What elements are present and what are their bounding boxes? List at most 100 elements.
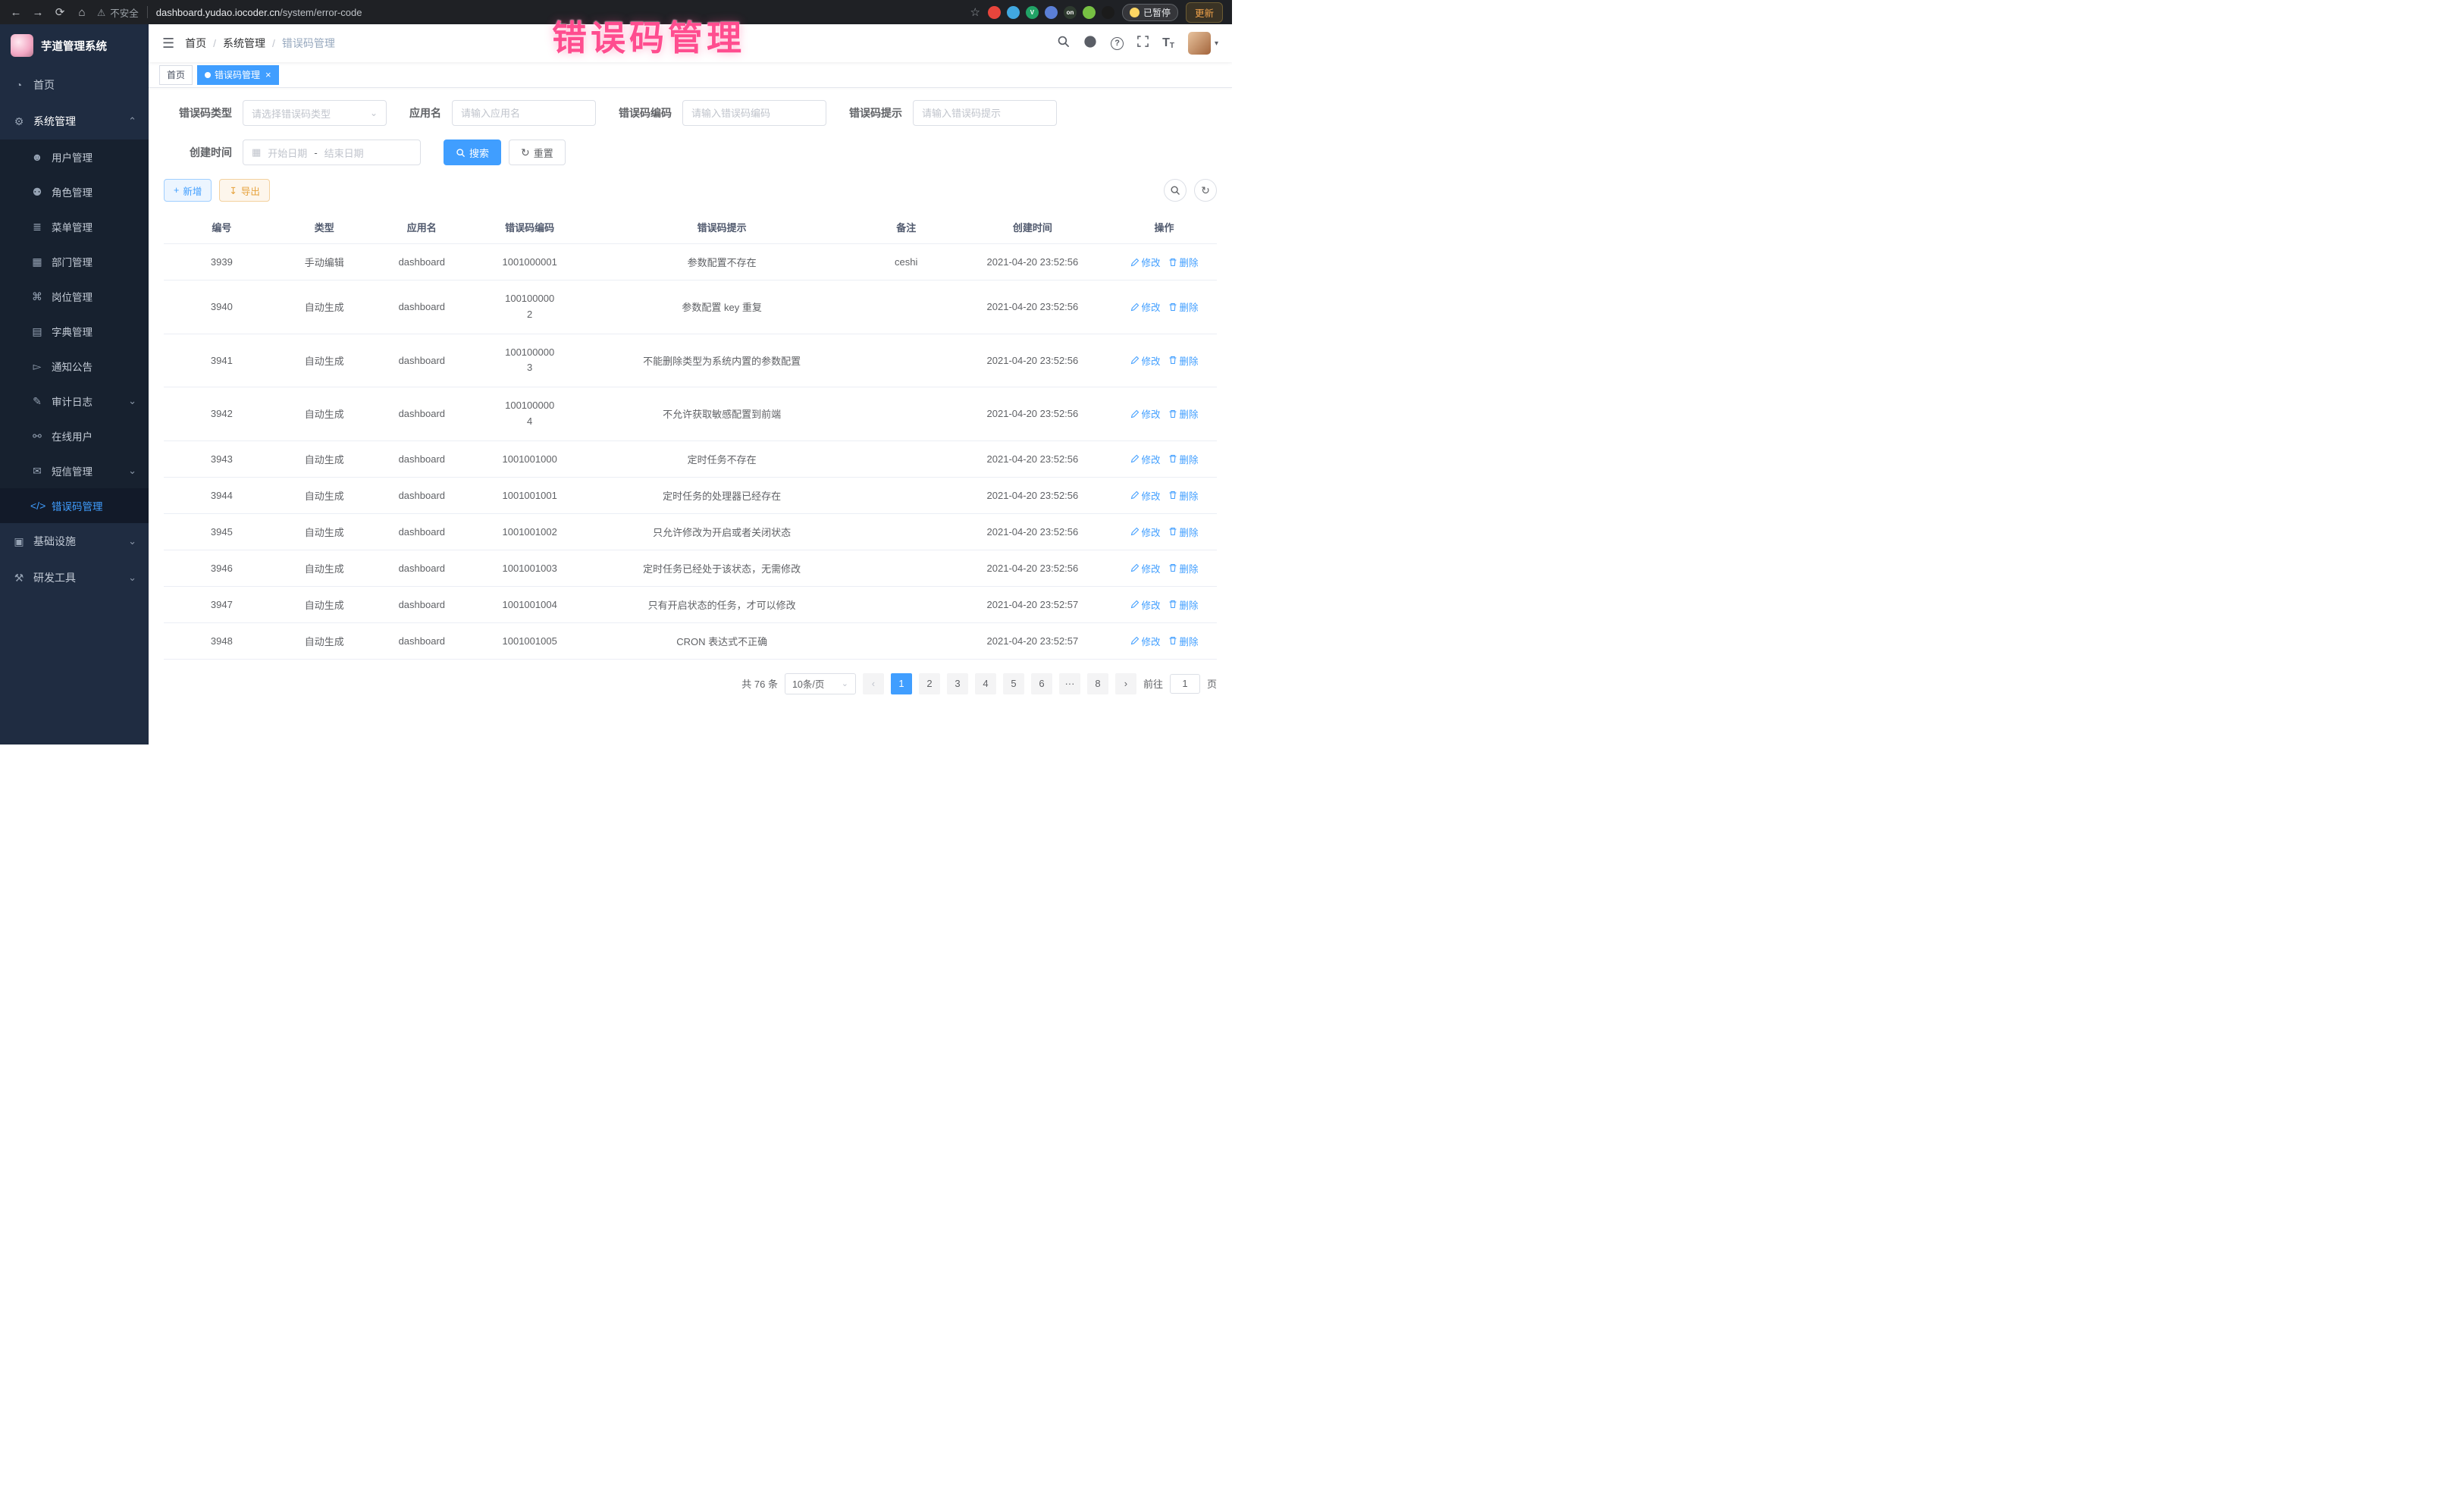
extension-people-icon[interactable] [1045, 6, 1058, 19]
edit-link[interactable]: 修改 [1130, 299, 1161, 314]
delete-link[interactable]: 删除 [1168, 597, 1199, 612]
reset-button[interactable]: ↻重置 [509, 139, 566, 165]
page-button-3[interactable]: 3 [947, 673, 968, 694]
reload-icon[interactable]: ⟳ [53, 5, 67, 19]
toggle-search-button[interactable] [1164, 179, 1187, 202]
font-size-icon[interactable]: TT [1162, 36, 1174, 50]
search-button[interactable]: 搜索 [444, 139, 501, 165]
extension-paw-icon[interactable] [1102, 6, 1114, 19]
cell-actions: 修改删除 [1111, 586, 1217, 622]
extension-red-icon[interactable] [988, 6, 1001, 19]
sidebar-item-system[interactable]: ⚙系统管理⌃ [0, 103, 149, 139]
extension-vue-devtools-icon[interactable]: V [1026, 6, 1039, 19]
edit-link[interactable]: 修改 [1130, 634, 1161, 648]
extension-green-icon[interactable] [1083, 6, 1096, 19]
edit-link[interactable]: 修改 [1130, 525, 1161, 539]
extension-blue-icon[interactable] [1007, 6, 1020, 19]
sidebar-item-sms[interactable]: ✉短信管理⌄ [0, 453, 149, 488]
cell-message: 定时任务已经处于该状态，无需修改 [585, 550, 859, 586]
edit-link[interactable]: 修改 [1130, 255, 1161, 269]
sidebar-item-label: 基础设施 [33, 534, 76, 549]
export-button[interactable]: ↧ 导出 [219, 179, 270, 202]
back-icon[interactable]: ← [9, 6, 23, 19]
cell-message: 只允许修改为开启或者关闭状态 [585, 513, 859, 550]
user-menu[interactable]: ▾ [1188, 32, 1218, 55]
cell-remark: ceshi [859, 244, 954, 281]
cell-remark [859, 440, 954, 477]
prev-page-button[interactable]: ‹ [863, 673, 884, 694]
error-code-type-select[interactable]: 请选择错误码类型⌄ [243, 100, 387, 126]
page-button-2[interactable]: 2 [919, 673, 940, 694]
add-button[interactable]: + 新增 [164, 179, 212, 202]
page-button-6[interactable]: 6 [1031, 673, 1052, 694]
forward-icon[interactable]: → [31, 6, 45, 19]
edit-link[interactable]: 修改 [1130, 452, 1161, 466]
edit-link[interactable]: 修改 [1130, 561, 1161, 575]
error-hint-input[interactable] [913, 100, 1057, 126]
sidebar-item-positions[interactable]: ⌘岗位管理 [0, 279, 149, 314]
error-code-input[interactable] [682, 100, 826, 126]
edit-link[interactable]: 修改 [1130, 353, 1161, 368]
tab-home[interactable]: 首页 [159, 65, 193, 85]
page-button-1[interactable]: 1 [891, 673, 912, 694]
search-icon[interactable] [1057, 35, 1070, 52]
sidebar-item-menus[interactable]: ≣菜单管理 [0, 209, 149, 244]
delete-link[interactable]: 删除 [1168, 353, 1199, 368]
sidebar-item-announcements[interactable]: ▻通知公告 [0, 349, 149, 384]
delete-link[interactable]: 删除 [1168, 488, 1199, 503]
sidebar-item-label: 菜单管理 [52, 219, 92, 234]
delete-link[interactable]: 删除 [1168, 561, 1199, 575]
sidebar-item-dictionaries[interactable]: ▤字典管理 [0, 314, 149, 349]
close-icon[interactable]: × [265, 69, 271, 80]
delete-link[interactable]: 删除 [1168, 525, 1199, 539]
filter-row-1: 错误码类型请选择错误码类型⌄应用名错误码编码错误码提示 [164, 100, 1217, 126]
cell-created: 2021-04-20 23:52:56 [954, 550, 1111, 586]
edit-link[interactable]: 修改 [1130, 406, 1161, 421]
ellipsis-page-button[interactable]: ··· [1059, 673, 1080, 694]
table-row: 3939手动编辑dashboard1001000001参数配置不存在ceshi2… [164, 244, 1217, 281]
reset-button-label: 重置 [534, 146, 553, 160]
app-name-input[interactable] [452, 100, 596, 126]
extension-on-badge-icon[interactable]: on [1064, 6, 1077, 19]
cell-id: 3941 [164, 334, 280, 387]
app-logo-row[interactable]: 芋道管理系统 [0, 24, 149, 67]
update-button[interactable]: 更新 [1186, 2, 1223, 23]
address-bar[interactable]: dashboard.yudao.iocoder.cn/system/error-… [156, 7, 362, 18]
hamburger-icon[interactable]: ☰ [162, 36, 174, 52]
page-button-8[interactable]: 8 [1087, 673, 1108, 694]
breadcrumb-item[interactable]: 首页 [185, 36, 206, 51]
security-chip[interactable]: ⚠ 不安全 [97, 5, 139, 20]
delete-link[interactable]: 删除 [1168, 299, 1199, 314]
next-page-button[interactable]: › [1115, 673, 1136, 694]
sidebar-item-roles[interactable]: ⚉角色管理 [0, 174, 149, 209]
create-time-range[interactable]: ▦开始日期-结束日期 [243, 139, 421, 165]
delete-link[interactable]: 删除 [1168, 406, 1199, 421]
goto-page-input[interactable] [1170, 674, 1200, 694]
page-button-4[interactable]: 4 [975, 673, 996, 694]
edit-link[interactable]: 修改 [1130, 488, 1161, 503]
delete-link[interactable]: 删除 [1168, 255, 1199, 269]
edit-link[interactable]: 修改 [1130, 597, 1161, 612]
breadcrumb-item[interactable]: 错误码管理 [282, 36, 335, 51]
github-icon[interactable] [1083, 35, 1097, 52]
breadcrumb-item[interactable]: 系统管理 [223, 36, 265, 51]
home-nav-icon[interactable]: ⌂ [75, 6, 89, 19]
sidebar-item-departments[interactable]: ▦部门管理 [0, 244, 149, 279]
delete-link[interactable]: 删除 [1168, 452, 1199, 466]
fullscreen-icon[interactable] [1137, 36, 1149, 51]
question-icon[interactable]: ? [1111, 37, 1124, 50]
tab-error-codes[interactable]: 错误码管理× [197, 65, 279, 85]
sidebar-item-infrastructure[interactable]: ▣基础设施⌄ [0, 523, 149, 560]
refresh-table-button[interactable]: ↻ [1194, 179, 1217, 202]
sidebar-item-online-users[interactable]: ⚯在线用户 [0, 418, 149, 453]
paused-badge[interactable]: 已暂停 [1122, 4, 1178, 21]
sidebar-item-home[interactable]: ◔首页 [0, 67, 149, 103]
page-button-5[interactable]: 5 [1003, 673, 1024, 694]
star-icon[interactable]: ☆ [970, 5, 980, 19]
sidebar-item-devtools[interactable]: ⚒研发工具⌄ [0, 560, 149, 596]
delete-link[interactable]: 删除 [1168, 634, 1199, 648]
sidebar-item-error-codes[interactable]: </>错误码管理 [0, 488, 149, 523]
sidebar-item-audit-logs[interactable]: ✎审计日志⌄ [0, 384, 149, 418]
sidebar-item-users[interactable]: ☻用户管理 [0, 139, 149, 174]
page-size-select[interactable]: 10条/页 ⌄ [785, 673, 856, 694]
